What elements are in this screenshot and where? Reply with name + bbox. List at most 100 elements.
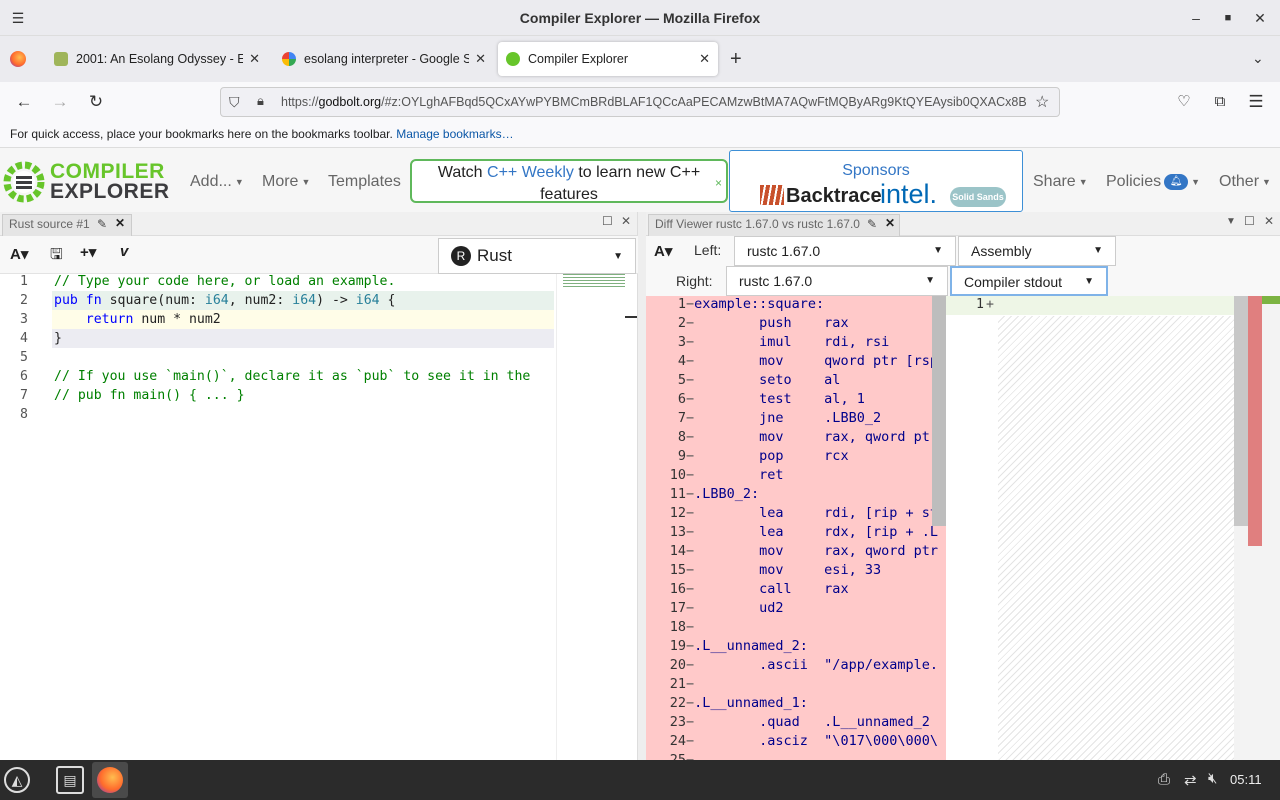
caret-down-icon: ▼	[234, 176, 244, 187]
reload-icon[interactable]: ↻	[86, 92, 106, 112]
language-select[interactable]: R Rust ▼	[438, 238, 636, 274]
code-editor[interactable]: 1 2 3 4 5 6 7 8 // Type your code here, …	[0, 274, 556, 760]
left-output-select[interactable]: Assembly ▼	[958, 236, 1116, 266]
line-number: 20	[669, 657, 686, 673]
close-window-icon[interactable]: ✕	[1250, 8, 1270, 28]
close-pane-icon[interactable]: ✕	[115, 216, 125, 230]
firefox-view-icon[interactable]	[10, 51, 26, 67]
line-number: 10	[669, 467, 686, 483]
tab-diff-viewer[interactable]: Diff Viewer rustc 1.67.0 vs rustc 1.67.0…	[648, 214, 900, 236]
pencil-icon[interactable]: ✎	[97, 217, 107, 231]
close-pane-icon[interactable]: ✕	[1264, 214, 1274, 228]
share-menu[interactable]: Share ▼	[1033, 173, 1088, 191]
close-banner-icon[interactable]: ×	[715, 172, 722, 194]
diff-removed-marker: −	[686, 543, 695, 559]
source-pane: Rust source #1 ✎ ✕ ☐ ✕ A▾ 🖫︎ +▾ v R Rust …	[0, 212, 638, 760]
font-size-icon[interactable]: A▾	[10, 245, 28, 263]
app-menu-icon[interactable]: ☰	[1246, 92, 1266, 112]
bookmark-star-icon[interactable]: ☆	[1035, 92, 1049, 112]
printer-icon[interactable]: ⎙	[1158, 771, 1170, 788]
volume-muted-icon[interactable]: 🔇︎	[1208, 770, 1217, 787]
right-compiler-select[interactable]: rustc 1.67.0 ▼	[726, 266, 948, 296]
close-tab-icon[interactable]: ✕	[699, 51, 710, 67]
lock-icon[interactable]: 🔒︎	[257, 93, 264, 109]
pane-menu-caret-icon[interactable]: ▼	[1226, 216, 1236, 227]
maximize-icon[interactable]: ■	[1218, 8, 1238, 28]
font-size-icon[interactable]: A▾	[654, 242, 672, 260]
gear-logo-icon	[3, 161, 45, 203]
vim-icon[interactable]: v	[120, 243, 128, 260]
line-number: 3	[677, 334, 686, 350]
asm-line: 22−.L__unnamed_1:	[646, 695, 808, 714]
policies-menu[interactable]: Policies 🔔︎ ▼	[1106, 173, 1200, 191]
asm-line: 11−.LBB0_2:	[646, 486, 759, 505]
minimize-icon[interactable]: –	[1186, 8, 1206, 28]
firefox-taskbar-button[interactable]	[92, 762, 128, 798]
asm-text: ret	[694, 467, 784, 483]
close-tab-icon[interactable]: ✕	[249, 51, 260, 67]
diff-removed-marker: −	[686, 429, 695, 445]
right-output-select[interactable]: Compiler stdout ▼	[950, 266, 1108, 296]
diff-right-editor[interactable]: 1 +	[946, 296, 1280, 760]
network-icon[interactable]: ⇄	[1184, 771, 1197, 789]
compiler-explorer-logo[interactable]: COMPILER EXPLORER	[2, 158, 169, 206]
sponsors-box[interactable]: Sponsors Backtrace intel. Solid Sands	[729, 150, 1023, 212]
close-pane-icon[interactable]: ✕	[885, 216, 895, 230]
start-menu-icon[interactable]: ◭	[4, 767, 30, 793]
asm-text: lea rdx, [rip + .L	[694, 524, 938, 540]
asm-text: test al, 1	[694, 391, 865, 407]
diff-removed-marker: −	[686, 353, 695, 369]
left-compiler-select[interactable]: rustc 1.67.0 ▼	[734, 236, 956, 266]
extensions-icon[interactable]: ⧉	[1210, 92, 1230, 112]
diff-removed-marker: −	[686, 334, 695, 350]
line-number: 18	[669, 619, 686, 635]
scrollbar-thumb[interactable]	[1234, 296, 1248, 526]
save-icon[interactable]: 🖫︎	[50, 244, 63, 269]
clock[interactable]: 05:11	[1230, 772, 1262, 787]
caret-down-icon: ▼	[1078, 176, 1088, 187]
pane-splitter[interactable]	[638, 212, 646, 760]
line-number: 4	[677, 353, 686, 369]
sponsor-solid-sands: Solid Sands	[950, 187, 1006, 207]
templates-menu[interactable]: Templates	[328, 173, 401, 191]
minimap[interactable]	[556, 274, 637, 760]
scrollbar-thumb[interactable]	[932, 296, 946, 526]
close-pane-icon[interactable]: ✕	[621, 214, 631, 228]
asm-line: 15− mov esi, 33	[646, 562, 881, 581]
asm-text: .asciz "\017\000\000\	[694, 733, 938, 749]
dropdown-caret-icon: ▼	[1093, 245, 1103, 256]
tab-esolang-odyssey[interactable]: 2001: An Esolang Odyssey - Eso ✕	[46, 42, 268, 76]
window-title: Compiler Explorer — Mozilla Firefox	[519, 10, 761, 26]
other-menu[interactable]: Other ▼	[1219, 173, 1271, 191]
forward-arrow-icon[interactable]: →	[50, 92, 70, 112]
url-text[interactable]: https://godbolt.org/#z:OYLghAFBqd5QCxAYw…	[281, 95, 1026, 109]
diff-left-editor[interactable]: 1−example::square: 2− push rax 3− imul rdi…	[646, 296, 946, 760]
add-new-icon[interactable]: +▾	[80, 243, 96, 261]
tab-google-search[interactable]: esolang interpreter - Google Sea ✕	[274, 42, 494, 76]
empty-diff-area	[998, 316, 1234, 760]
add-menu[interactable]: Add... ▼	[190, 173, 244, 191]
back-arrow-icon[interactable]: ←	[14, 92, 34, 112]
code-line: // pub fn main() { ... }	[54, 388, 245, 403]
manage-bookmarks-link[interactable]: Manage bookmarks…	[396, 127, 513, 141]
asm-line: 23− .quad .L__unnamed_2	[646, 714, 930, 733]
new-tab-icon[interactable]: +	[730, 48, 742, 71]
pocket-icon[interactable]: ♡	[1174, 92, 1194, 112]
file-manager-icon[interactable]: ▤	[56, 766, 84, 794]
line-number: 8	[677, 429, 686, 445]
close-tab-icon[interactable]: ✕	[475, 51, 486, 67]
list-all-tabs-icon[interactable]: ⌄	[1252, 50, 1264, 67]
url-bar[interactable]: ⛉ 🔒︎ https://godbolt.org/#z:OYLghAFBqd5Q…	[220, 87, 1060, 117]
maximize-pane-icon[interactable]: ☐	[1244, 214, 1255, 228]
line-number: 6	[677, 391, 686, 407]
diff-removed-marker: −	[686, 733, 695, 749]
maximize-pane-icon[interactable]: ☐	[602, 214, 613, 228]
tab-compiler-explorer[interactable]: Compiler Explorer ✕	[498, 42, 718, 76]
more-menu[interactable]: More ▼	[262, 173, 310, 191]
tab-rust-source[interactable]: Rust source #1 ✎ ✕	[2, 214, 132, 236]
asm-text: lea rdi, [rip + st	[694, 505, 938, 521]
asm-text: push rax	[694, 315, 849, 331]
shield-icon[interactable]: ⛉	[229, 94, 240, 111]
cpp-weekly-link[interactable]: C++ Weekly	[487, 164, 574, 181]
pencil-icon[interactable]: ✎	[867, 217, 877, 231]
